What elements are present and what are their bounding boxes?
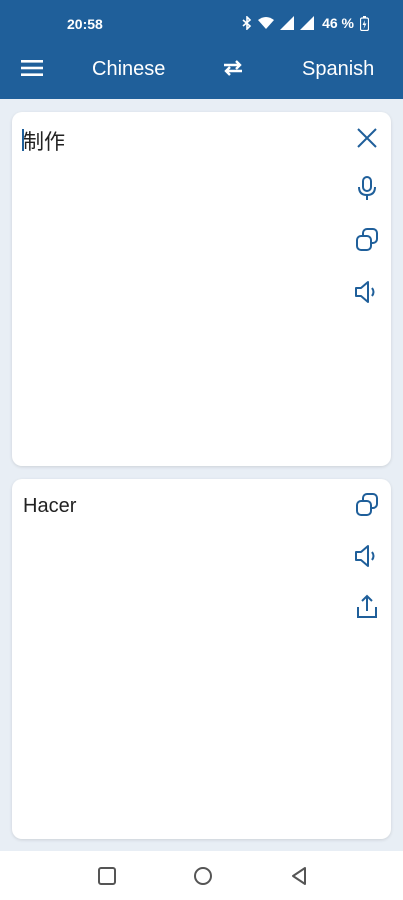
home-button[interactable]	[193, 866, 213, 886]
share-icon[interactable]	[353, 593, 381, 621]
recents-button[interactable]	[97, 866, 117, 886]
signal-icon	[280, 16, 295, 30]
copy-icon[interactable]	[353, 491, 381, 519]
status-icons: 46 %	[242, 14, 369, 32]
back-button[interactable]	[289, 866, 309, 886]
hamburger-menu-icon[interactable]	[20, 57, 44, 79]
wifi-icon	[258, 17, 275, 29]
system-navigation-bar	[0, 851, 403, 900]
source-language-button[interactable]: Chinese	[92, 58, 165, 81]
bluetooth-icon	[242, 16, 252, 30]
battery-percent: 46 %	[322, 15, 354, 31]
signal-icon-2	[300, 16, 315, 30]
battery-icon	[360, 15, 369, 31]
swap-arrows-icon[interactable]	[221, 56, 245, 80]
microphone-icon[interactable]	[353, 174, 381, 202]
status-bar: 20:58 46 %	[0, 0, 403, 37]
source-text-input[interactable]: 制作	[22, 126, 65, 156]
close-icon[interactable]	[353, 124, 381, 152]
speaker-icon[interactable]	[353, 278, 381, 306]
target-language-button[interactable]: Spanish	[302, 58, 374, 81]
status-time: 20:58	[67, 16, 103, 32]
translation-card: Hacer	[12, 479, 391, 839]
app-bar: Chinese Spanish	[0, 37, 403, 99]
source-text-card[interactable]: 制作	[12, 112, 391, 466]
speaker-icon[interactable]	[353, 542, 381, 570]
copy-icon[interactable]	[353, 226, 381, 254]
translation-text: Hacer	[23, 495, 77, 517]
